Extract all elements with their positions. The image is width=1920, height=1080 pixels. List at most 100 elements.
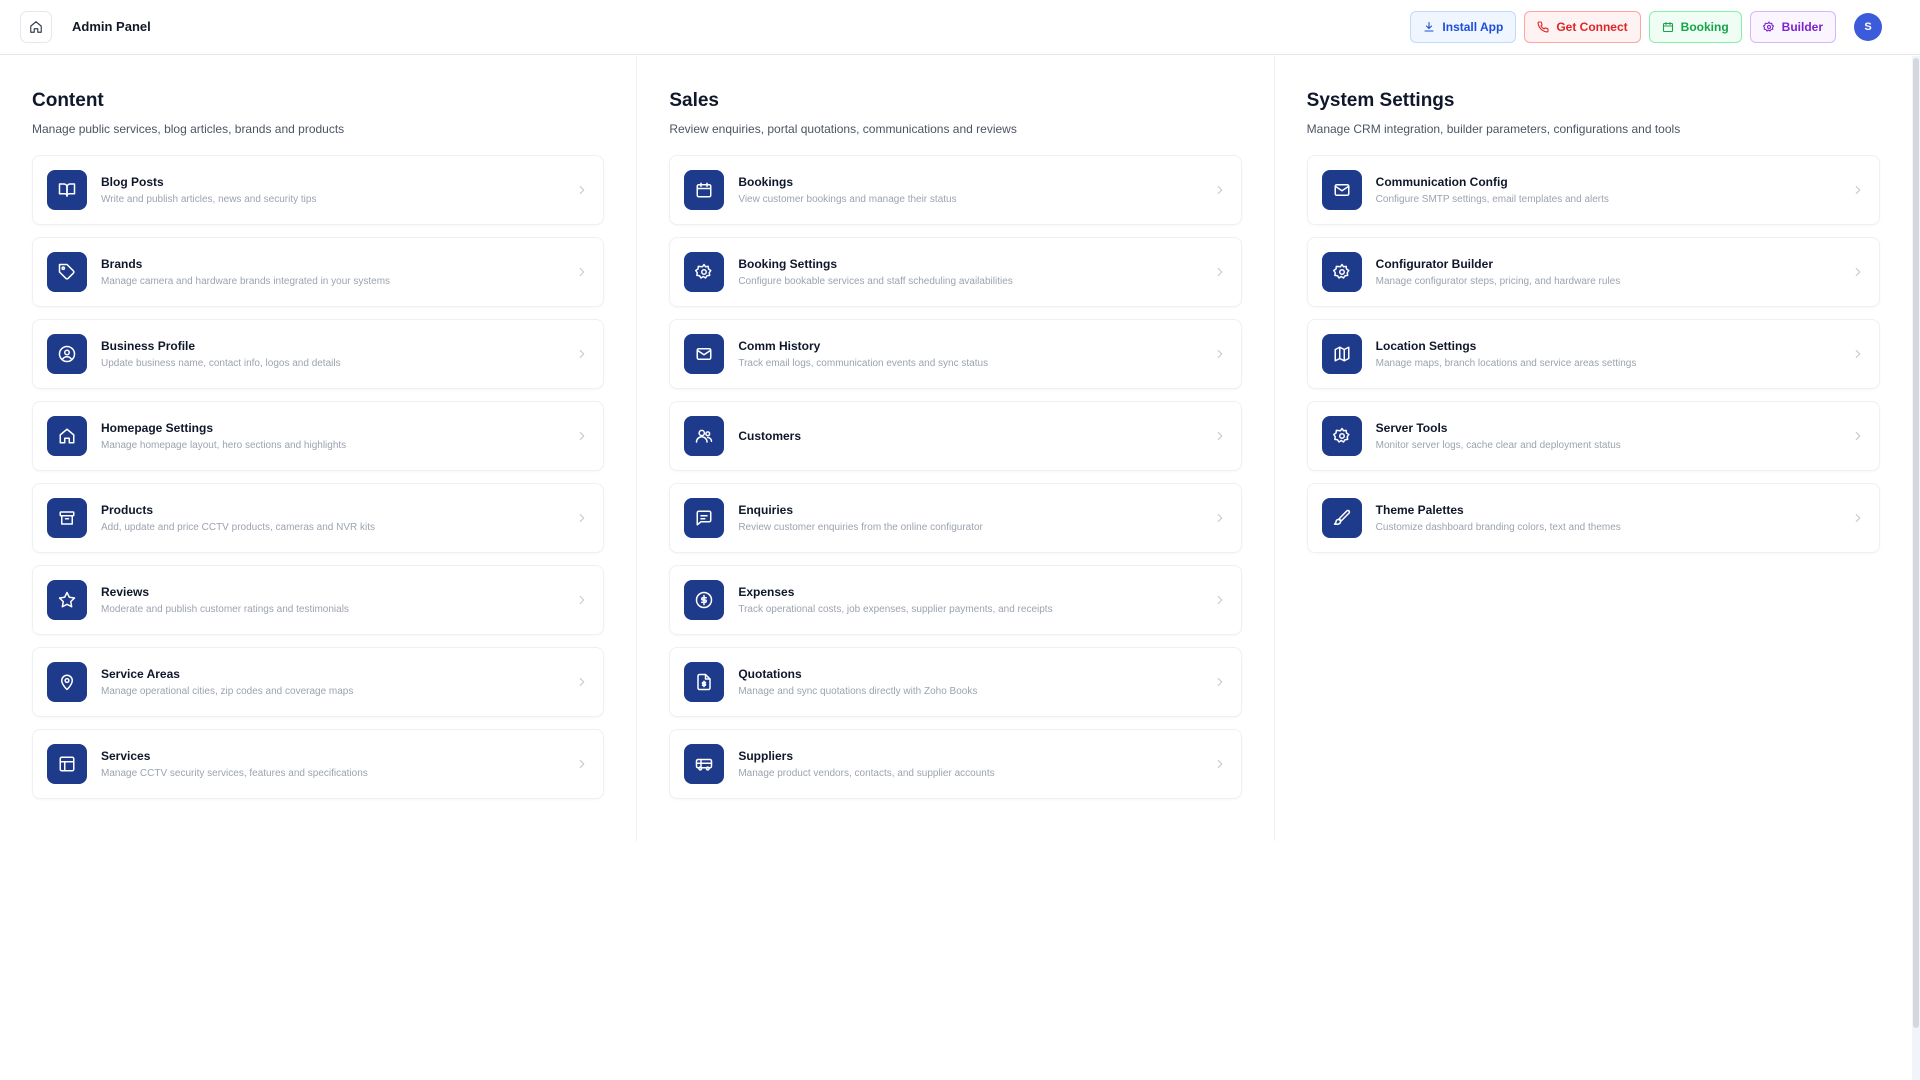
file-dollar-icon <box>697 673 712 691</box>
install-app-label: Install App <box>1442 20 1504 34</box>
card-text: Server Tools Monitor server logs, cache c… <box>1376 421 1851 451</box>
card-title: Configurator Builder <box>1375 257 1493 271</box>
card-icon-tile <box>684 170 725 210</box>
card-subtitle: Manage maps, branch locations and servic… <box>1375 358 1637 369</box>
gear-icon <box>695 263 712 279</box>
card-location-settings[interactable]: Location Settings Manage maps, branch loc… <box>1306 319 1880 389</box>
card-customers[interactable]: Customers <box>669 401 1242 471</box>
card-configurator-builder[interactable]: Configurator Builder Manage configurator … <box>1306 237 1880 307</box>
chevron-right-icon <box>1217 431 1222 441</box>
card-subtitle: Write and publish articles, news and sec… <box>101 194 317 205</box>
card-subtitle: Track operational costs, job expenses, s… <box>738 604 1053 615</box>
section-title: System Settings <box>1306 90 1455 111</box>
card-suppliers[interactable]: Suppliers Manage product vendors, contact… <box>669 729 1242 799</box>
mail-icon <box>696 348 712 360</box>
avatar[interactable]: S <box>1854 13 1882 41</box>
card-title: Enquiries <box>738 503 794 517</box>
card-server-tools[interactable]: Server Tools Monitor server logs, cache c… <box>1306 401 1880 471</box>
card-subtitle: Track email logs, communication events a… <box>738 358 989 369</box>
card-icon-tile <box>684 416 725 456</box>
card-text: Customers <box>738 429 1212 443</box>
card-text: Booking Settings Configure bookable servi… <box>738 257 1212 287</box>
card-booking-settings[interactable]: Booking Settings Configure bookable servi… <box>669 237 1242 307</box>
chevron-right-icon <box>579 431 585 441</box>
card-service-areas[interactable]: Service Areas Manage operational cities, … <box>32 647 605 717</box>
gear-icon <box>1762 21 1774 32</box>
card-text: Reviews Moderate and publish customer rat… <box>101 585 575 615</box>
install-app-button[interactable]: Install App <box>1410 11 1517 43</box>
chevron-right-icon <box>1855 513 1861 523</box>
card-brands[interactable]: Brands Manage camera and hardware brands … <box>32 237 605 307</box>
chevron-right-icon <box>1217 349 1222 359</box>
card-subtitle: Moderate and publish customer ratings an… <box>101 604 349 615</box>
card-products[interactable]: Products Add, update and price CCTV produ… <box>32 483 605 553</box>
chevron-right-icon <box>579 595 585 605</box>
home-button[interactable] <box>20 11 52 43</box>
mail-icon <box>1334 184 1350 196</box>
card-title: Reviews <box>101 585 150 599</box>
card-text: Enquiries Review customer enquiries from … <box>738 503 1212 533</box>
card-title: Service Areas <box>101 667 180 681</box>
chevron-right-icon <box>579 185 585 195</box>
get-connect-button[interactable]: Get Connect <box>1524 11 1641 43</box>
chevron-right-icon <box>1217 595 1222 605</box>
card-communication-config[interactable]: Communication Config Configure SMTP setti… <box>1306 155 1880 225</box>
card-services[interactable]: Services Manage CCTV security services, f… <box>32 729 605 799</box>
card-subtitle: Review customer enquiries from the onlin… <box>738 522 983 533</box>
card-enquiries[interactable]: Enquiries Review customer enquiries from … <box>669 483 1242 553</box>
card-icon-tile <box>47 416 87 456</box>
card-text: Theme Palettes Customize dashboard brandi… <box>1376 503 1851 533</box>
header-actions: Install App Get Connect Booking Builder … <box>1410 11 1882 43</box>
card-icon-tile <box>684 252 725 292</box>
card-reviews[interactable]: Reviews Moderate and publish customer rat… <box>32 565 605 635</box>
card-subtitle: Update business name, contact info, logo… <box>101 358 341 369</box>
card-icon-tile <box>684 662 725 702</box>
card-icon-tile <box>1321 252 1362 292</box>
card-expenses[interactable]: Expenses Track operational costs, job exp… <box>669 565 1242 635</box>
card-subtitle: Manage configurator steps, pricing, and … <box>1375 276 1621 287</box>
builder-button[interactable]: Builder <box>1749 11 1836 43</box>
scrollbar[interactable] <box>1912 56 1920 1080</box>
card-business-profile[interactable]: Business Profile Update business name, co… <box>32 319 605 389</box>
card-title: Bookings <box>738 175 793 189</box>
card-comm-history[interactable]: Comm History Track email logs, communicat… <box>669 319 1242 389</box>
calendar-icon <box>1662 21 1673 33</box>
map-pin-icon <box>61 674 73 691</box>
section-system-settings: System Settings Manage CRM integration, b… <box>1275 56 1912 841</box>
chevron-right-icon <box>1855 267 1861 277</box>
map-icon <box>1334 346 1350 362</box>
card-title: Services <box>101 749 151 763</box>
scrollbar-thumb[interactable] <box>1913 58 1919 1028</box>
card-icon-tile <box>1321 170 1362 210</box>
card-text: Quotations Manage and sync quotations dir… <box>738 667 1212 697</box>
truck-icon <box>696 758 713 771</box>
chevron-right-icon <box>1217 267 1222 277</box>
card-icon-tile <box>47 744 87 784</box>
card-title: Brands <box>101 257 143 271</box>
booking-button[interactable]: Booking <box>1648 11 1742 43</box>
section-title: Sales <box>669 90 719 111</box>
card-subtitle: Manage operational cities, zip codes and… <box>101 686 354 697</box>
chevron-right-icon <box>1855 185 1861 195</box>
card-subtitle: Manage camera and hardware brands integr… <box>101 276 391 287</box>
section-description: Review enquiries, portal quotations, com… <box>669 122 1017 136</box>
phone-icon <box>1537 21 1549 33</box>
card-bookings[interactable]: Bookings View customer bookings and manag… <box>669 155 1242 225</box>
card-text: Service Areas Manage operational cities, … <box>101 667 575 697</box>
card-quotations[interactable]: Quotations Manage and sync quotations dir… <box>669 647 1242 717</box>
archive-icon <box>59 511 75 525</box>
card-title: Suppliers <box>738 749 794 763</box>
card-theme-palettes[interactable]: Theme Palettes Customize dashboard brandi… <box>1306 483 1880 553</box>
chevron-right-icon <box>1217 759 1222 769</box>
card-homepage-settings[interactable]: Homepage Settings Manage homepage layout,… <box>32 401 605 471</box>
card-title: Theme Palettes <box>1375 503 1464 517</box>
card-icon-tile <box>684 744 725 784</box>
card-text: Homepage Settings Manage homepage layout,… <box>101 421 575 451</box>
app-title: Admin Panel <box>72 19 151 34</box>
card-subtitle: Customize dashboard branding colors, tex… <box>1375 522 1621 533</box>
card-icon-tile <box>684 498 725 538</box>
card-title: Expenses <box>738 585 795 599</box>
chevron-right-icon <box>1217 513 1222 523</box>
card-blog-posts[interactable]: Blog Posts Write and publish articles, ne… <box>32 155 605 225</box>
card-title: Comm History <box>738 339 821 353</box>
